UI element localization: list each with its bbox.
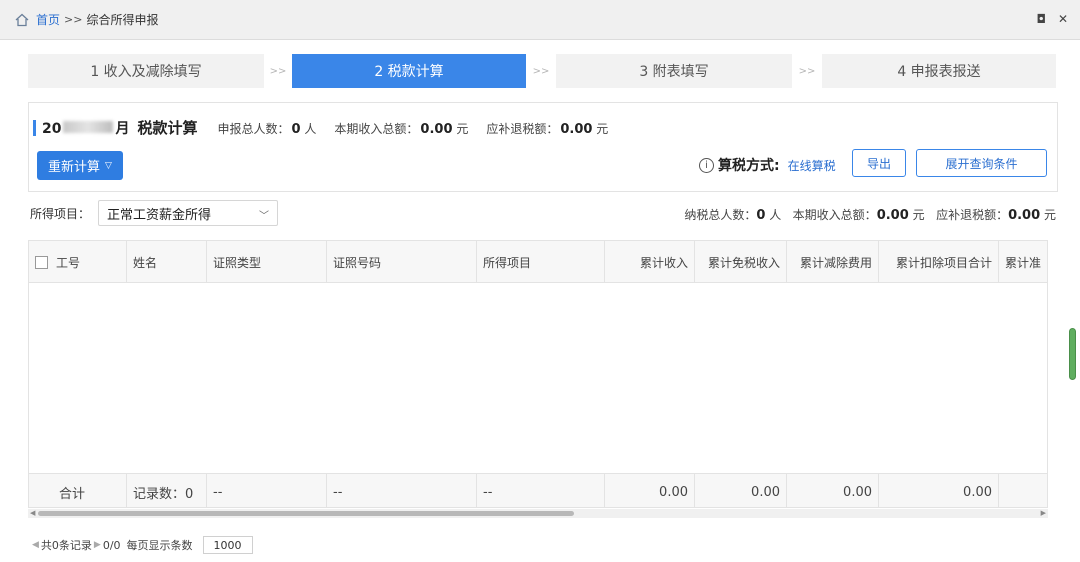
income-item-label: 所得项目：	[30, 206, 91, 221]
footer-id-type: --	[207, 474, 327, 507]
footer-income: 0.00	[605, 474, 695, 507]
vertical-scrollbar-thumb[interactable]	[1069, 328, 1076, 380]
column-header[interactable]: 证照类型	[207, 241, 327, 283]
breadcrumb-home[interactable]: 首页	[36, 11, 60, 28]
total-records: 共0条记录	[40, 539, 92, 552]
declare-count-unit: 人	[304, 122, 317, 136]
column-header[interactable]: 累计减除费用	[787, 241, 879, 283]
select-all-checkbox[interactable]	[35, 255, 48, 269]
footer-tax-free: 0.00	[695, 474, 787, 507]
period-prefix: 20	[42, 121, 62, 137]
step-attachment[interactable]: 3 附表填写	[556, 54, 792, 88]
income-total-label: 本期收入总额：	[334, 122, 419, 136]
column-header[interactable]: 证照号码	[327, 241, 477, 283]
footer-total-label: 合计	[29, 474, 127, 507]
step-tax-calculation[interactable]: 2 税款计算	[292, 54, 526, 88]
tax-table: 工号 姓名 证照类型 证照号码 所得项目 累计收入 累计免税收入 累计减除费用 …	[28, 240, 1048, 508]
taxpayer-count-value: 0	[756, 208, 766, 223]
scroll-left-icon[interactable]: ◀	[30, 509, 35, 517]
chevron-down-icon: ▽	[105, 160, 112, 171]
scroll-right-icon[interactable]: ▶	[1041, 509, 1046, 517]
taxpayer-count-unit: 人	[769, 208, 782, 222]
taxpayer-count-label: 纳税总人数：	[684, 208, 757, 222]
income-total-value: 0.00	[420, 122, 453, 137]
footer-deduction-total: 0.00	[879, 474, 999, 507]
recalculate-button[interactable]: 重新计算 ▽	[37, 151, 123, 180]
income-item-select[interactable]: 正常工资薪金所得 ﹀	[98, 200, 279, 226]
column-header[interactable]: 姓名	[127, 241, 207, 283]
column-header[interactable]: 累计准	[999, 241, 1047, 283]
info-icon: i	[699, 157, 714, 173]
column-header[interactable]: 累计扣除项目合计	[879, 241, 999, 283]
tax-refund-label: 应补退税额：	[486, 122, 559, 136]
footer-item: --	[477, 474, 605, 507]
step-separator: >>	[269, 65, 287, 77]
summary-header: 20 月 税款计算 申报总人数： 0 人 本期收入总额： 0.00 元 应补退税额：…	[33, 117, 626, 138]
footer-cell	[999, 474, 1047, 507]
filter-income-unit: 元	[912, 208, 925, 222]
step-separator: >>	[798, 65, 816, 77]
expand-query-button[interactable]: 展开查询条件	[916, 149, 1047, 177]
footer-record-count: 记录数：0	[127, 474, 207, 507]
next-page-icon[interactable]: ▶	[94, 540, 101, 550]
chevron-down-icon: ﹀	[259, 211, 270, 222]
recalculate-label: 重新计算	[48, 160, 101, 175]
tax-method: i 算税方式: 在线算税	[699, 155, 836, 175]
step-submit[interactable]: 4 申报表报送	[822, 54, 1056, 88]
income-total-unit: 元	[456, 122, 469, 136]
window-controls: ◘ ✕	[1036, 12, 1068, 26]
scrollbar-thumb[interactable]	[38, 511, 574, 516]
tax-method-value[interactable]: 在线算税	[788, 157, 836, 174]
income-item-selected: 正常工资薪金所得	[107, 207, 212, 223]
page-indicator: 0/0	[102, 538, 121, 552]
filter-row: 所得项目： 正常工资薪金所得 ﹀	[30, 200, 279, 226]
export-button[interactable]: 导出	[852, 149, 906, 177]
filter-tax-unit: 元	[1043, 208, 1056, 222]
column-header[interactable]: 累计收入	[605, 241, 695, 283]
horizontal-scrollbar[interactable]: ◀ ▶	[28, 509, 1048, 518]
tax-refund-unit: 元	[596, 122, 609, 136]
column-header[interactable]: 所得项目	[477, 241, 605, 283]
column-header[interactable]: 累计免税收入	[695, 241, 787, 283]
footer-deduction: 0.00	[787, 474, 879, 507]
per-page-input[interactable]: 1000	[202, 536, 253, 554]
breadcrumb-separator: >>	[64, 13, 83, 26]
step-income-deduction[interactable]: 1 收入及减除填写	[28, 54, 264, 88]
filter-income-value: 0.00	[876, 208, 909, 223]
column-header[interactable]: 工号	[29, 241, 127, 283]
table-footer-row: 合计 记录数：0 -- -- -- 0.00 0.00 0.00 0.00	[29, 473, 1047, 507]
breadcrumb-current: 综合所得申报	[86, 13, 159, 27]
pagination: ◀ 共0条记录 ▶ 0/0 每页显示条数 1000	[30, 536, 253, 554]
income-total-stat: 本期收入总额： 0.00 元	[334, 120, 468, 137]
declare-count-value: 0	[291, 122, 301, 137]
step-bar: 1 收入及减除填写 >> 2 税款计算 >> 3 附表填写 >> 4 申报表报送	[28, 54, 1056, 88]
filter-stats: 纳税总人数：0 人 本期收入总额：0.00 元 应补退税额：0.00 元	[684, 206, 1056, 223]
summary-panel: 20 月 税款计算 申报总人数： 0 人 本期收入总额： 0.00 元 应补退税额：…	[28, 102, 1058, 192]
accent-bar	[33, 119, 36, 136]
filter-income-label: 本期收入总额：	[792, 208, 877, 222]
redacted-period	[63, 121, 114, 133]
tax-method-label: 算税方式:	[718, 158, 780, 174]
tax-refund-stat: 应补退税额： 0.00 元	[486, 120, 608, 137]
filter-tax-value: 0.00	[1008, 208, 1041, 223]
home-icon[interactable]	[14, 12, 30, 28]
period-suffix: 月	[115, 121, 130, 137]
prev-page-icon[interactable]: ◀	[32, 540, 39, 550]
close-icon[interactable]: ✕	[1058, 12, 1068, 26]
section-title: 税款计算	[137, 119, 198, 137]
restore-icon[interactable]: ◘	[1036, 12, 1046, 26]
step-separator: >>	[532, 65, 550, 77]
table-header: 工号 姓名 证照类型 证照号码 所得项目 累计收入 累计免税收入 累计减除费用 …	[29, 241, 1047, 283]
declare-count-label: 申报总人数：	[217, 122, 290, 136]
column-label: 工号	[56, 255, 81, 270]
per-page-label: 每页显示条数	[126, 539, 193, 552]
filter-tax-label: 应补退税额：	[936, 208, 1009, 222]
title-bar: 首页 >> 综合所得申报 ◘ ✕	[0, 0, 1080, 40]
declare-count-stat: 申报总人数： 0 人	[218, 120, 317, 137]
tax-refund-value: 0.00	[560, 122, 593, 137]
footer-id-number: --	[327, 474, 477, 507]
